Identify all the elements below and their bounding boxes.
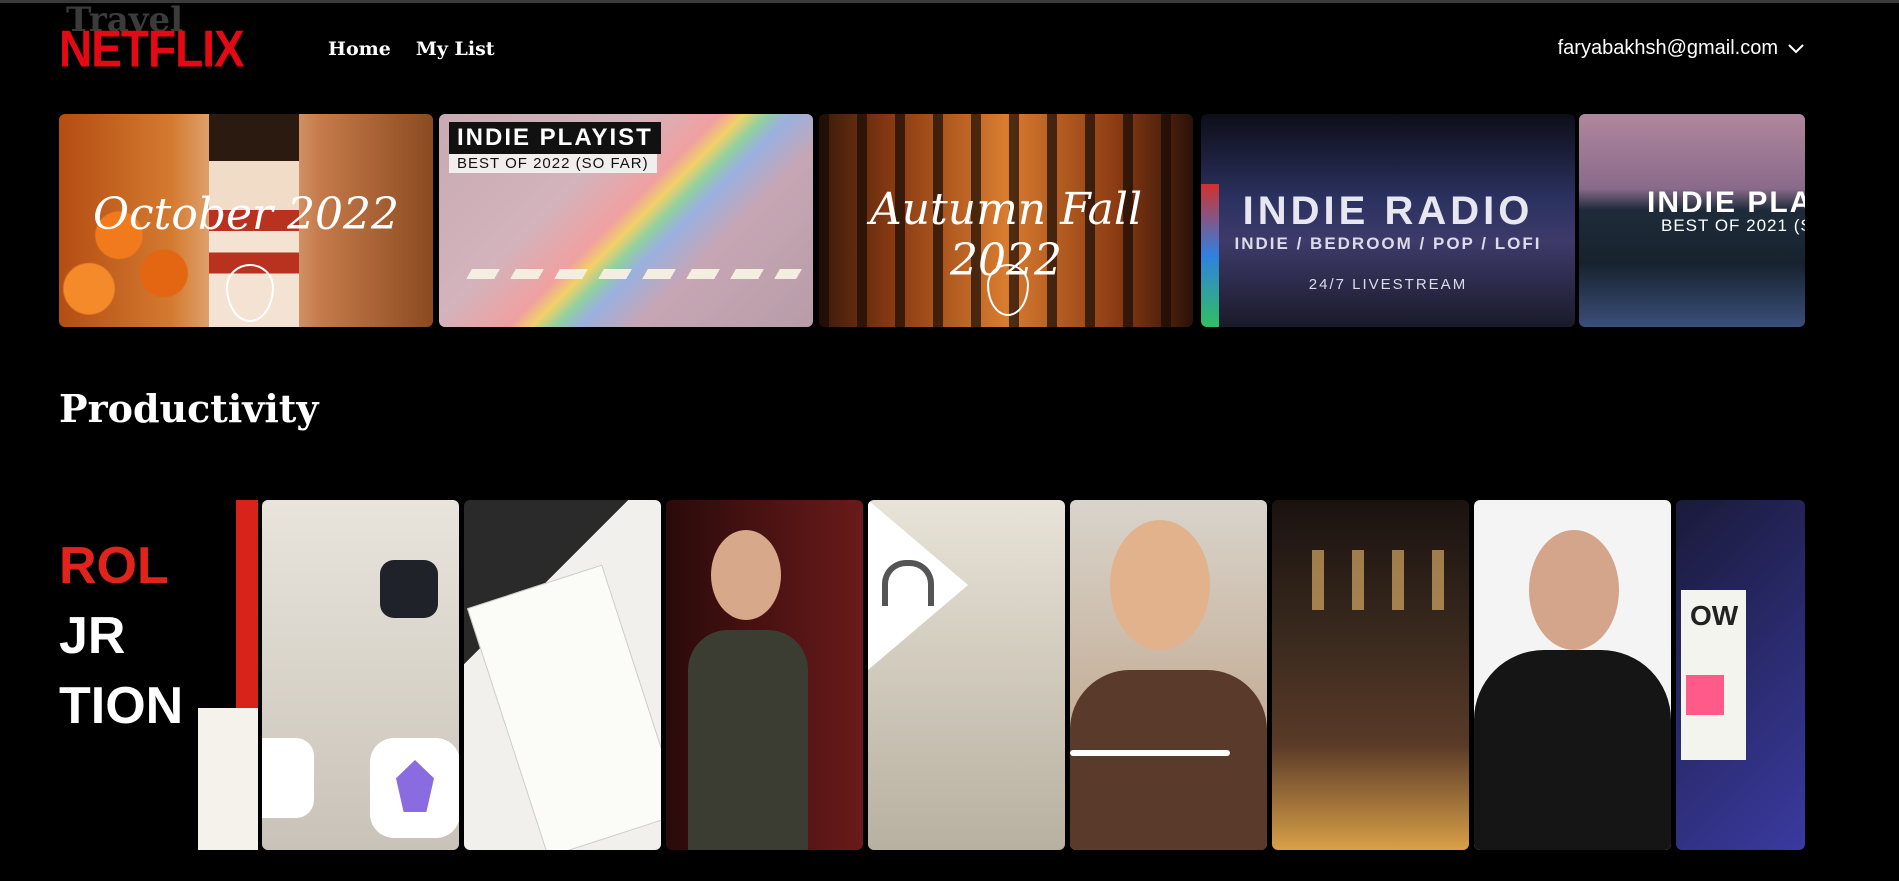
card-title: INDIE PLAY (1647, 186, 1805, 219)
crosswalk-decor (466, 269, 802, 279)
tile-bald-man[interactable] (1474, 500, 1671, 850)
card-subtitle: BEST OF 2021 (S (1661, 216, 1805, 235)
subtitle-box: BEST OF 2022 (SO FAR) (449, 154, 657, 173)
netflix-logo[interactable]: NETFLIX (59, 23, 245, 75)
jacket-decor (1070, 670, 1267, 850)
notebook-decor (466, 564, 661, 850)
featured-text-line-3: TION (59, 677, 184, 735)
notepad-text: OW (1690, 600, 1739, 631)
tile-audience-hall[interactable] (1272, 500, 1469, 850)
app-icon-obsidian (370, 738, 459, 838)
nav-home[interactable]: Home (328, 38, 391, 60)
speaker-head-decor (711, 530, 781, 620)
nav-my-list[interactable]: My List (416, 38, 495, 60)
card-indie-playlist-2021[interactable]: INDIE PLAY BEST OF 2021 (S (1579, 114, 1805, 327)
main-nav: Home My List (328, 38, 495, 60)
card-extra: 24/7 LIVESTREAM (1308, 276, 1468, 293)
face-decor (1110, 520, 1210, 650)
tile-apps-desk[interactable] (262, 500, 459, 850)
account-email: faryabakhsh@gmail.com (1557, 37, 1778, 59)
card-autumn-fall-2022[interactable]: Autumn Fall 2022 (819, 114, 1193, 327)
card-subtitle: BEST OF 2022 (SO FAR) (457, 155, 649, 172)
top-border (0, 0, 1899, 3)
app-icon-shortcuts (380, 560, 438, 618)
card-indie-radio[interactable]: INDIE RADIO INDIE / BEDROOM / POP / LOFI… (1201, 114, 1575, 327)
tile-how-notebook[interactable]: OW (1676, 500, 1805, 850)
row-title-productivity: Productivity (59, 386, 319, 431)
card-title: INDIE PLAYIST (457, 124, 653, 151)
tile-speaker-stage[interactable] (666, 500, 863, 850)
sticky-note-decor (1686, 675, 1724, 715)
headphones-icon (882, 560, 934, 606)
productivity-row: OW (197, 500, 1805, 850)
head-decor (1529, 530, 1619, 650)
tile-notes-laptop[interactable] (464, 500, 661, 850)
title-box: INDIE PLAYIST (449, 122, 661, 154)
chevron-down-icon (1788, 43, 1804, 54)
arrow-decor (1070, 750, 1230, 756)
travel-row: October 2022 INDIE PLAYIST BEST OF 2022 … (59, 114, 1805, 327)
card-title: INDIE RADIO (1242, 189, 1534, 233)
featured-text-line-2: JR (59, 607, 126, 665)
app-icon-readwise (262, 738, 314, 818)
tile-smiling-man[interactable] (1070, 500, 1267, 850)
account-menu[interactable]: faryabakhsh@gmail.com (1558, 37, 1804, 60)
tile-podcast[interactable] (868, 500, 1065, 850)
shirt-decor (1474, 650, 1671, 850)
speaker-decor (688, 630, 808, 850)
card-indie-playist-2022[interactable]: INDIE PLAYIST BEST OF 2022 (SO FAR) (439, 114, 813, 327)
featured-text-line-1: ROL (59, 537, 169, 595)
lights-decor (1312, 550, 1452, 610)
card-title: October 2022 (92, 189, 400, 240)
card-october-2022[interactable]: October 2022 (59, 114, 433, 327)
card-subtitle: INDIE / BEDROOM / POP / LOFI (1234, 234, 1542, 253)
